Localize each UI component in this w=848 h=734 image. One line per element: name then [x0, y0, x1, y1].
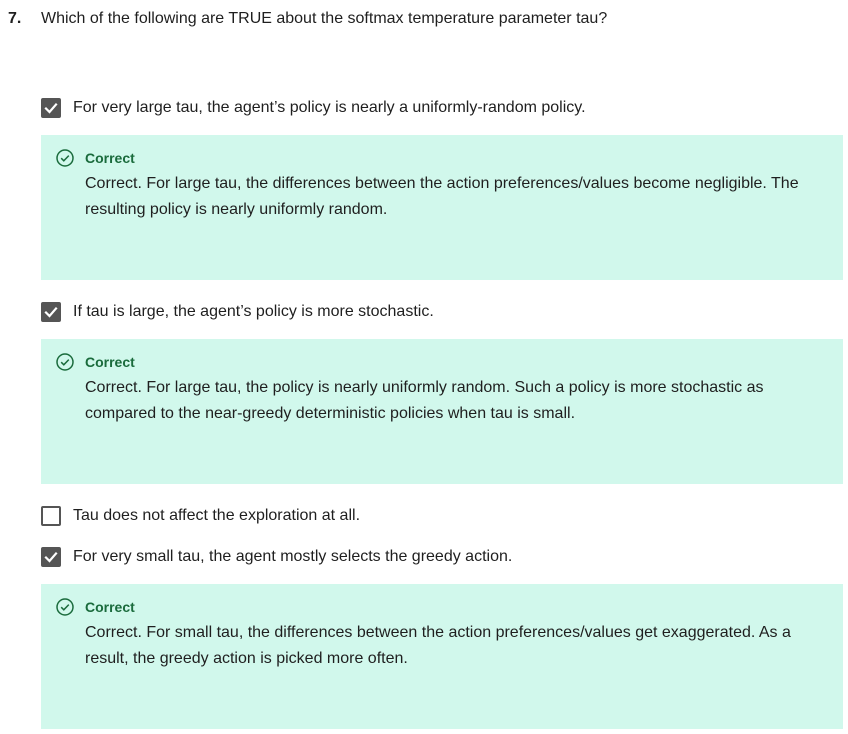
option-label: For very large tau, the agent’s policy i… — [73, 99, 586, 116]
option-label: If tau is large, the agent’s policy is m… — [73, 303, 434, 320]
option-1[interactable]: For very large tau, the agent’s policy i… — [41, 97, 586, 119]
feedback-panel: Correct Correct. For small tau, the diff… — [41, 584, 843, 729]
checkmark-icon — [44, 102, 58, 114]
feedback-header: Correct — [55, 148, 135, 168]
feedback-status: Correct — [85, 354, 135, 370]
option-4[interactable]: For very small tau, the agent mostly sel… — [41, 546, 512, 568]
checkbox-checked-icon[interactable] — [41, 302, 61, 322]
option-3[interactable]: Tau does not affect the exploration at a… — [41, 505, 360, 527]
feedback-status: Correct — [85, 599, 135, 615]
feedback-header: Correct — [55, 597, 135, 617]
option-2[interactable]: If tau is large, the agent’s policy is m… — [41, 301, 434, 323]
feedback-text: Correct. For small tau, the differences … — [85, 624, 791, 667]
question-text: Which of the following are TRUE about th… — [41, 10, 608, 27]
checkmark-icon — [44, 306, 58, 318]
option-label: For very small tau, the agent mostly sel… — [73, 548, 513, 565]
feedback-text: Correct. For large tau, the policy is ne… — [85, 379, 764, 422]
checkmark-icon — [44, 551, 58, 563]
question-header: 7. Which of the following are TRUE about… — [8, 8, 840, 30]
feedback-panel: Correct Correct. For large tau, the poli… — [41, 339, 843, 484]
checkbox-checked-icon[interactable] — [41, 547, 61, 567]
feedback-status: Correct — [85, 150, 135, 166]
check-circle-icon — [56, 353, 74, 371]
feedback-header: Correct — [55, 352, 135, 372]
check-circle-icon — [56, 149, 74, 167]
checkbox-unchecked-icon[interactable] — [41, 506, 61, 526]
feedback-panel: Correct Correct. For large tau, the diff… — [41, 135, 843, 280]
feedback-text: Correct. For large tau, the differences … — [85, 175, 799, 218]
question-number: 7. — [8, 10, 22, 27]
checkbox-checked-icon[interactable] — [41, 98, 61, 118]
check-circle-icon — [56, 598, 74, 616]
option-label: Tau does not affect the exploration at a… — [73, 507, 361, 524]
